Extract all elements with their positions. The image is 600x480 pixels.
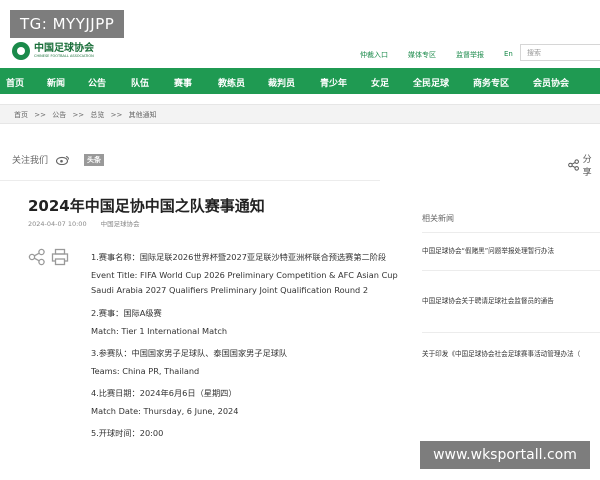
divider xyxy=(422,270,600,271)
cfa-logo[interactable]: 中国足球协会 CHINESE FOOTBALL ASSOCIATION xyxy=(12,42,94,60)
related-news: 相关新闻 中国足球协会“假赌黑”问题举报处理暂行办法 中国足球协会关于聘请足球社… xyxy=(422,213,600,358)
weibo-icon[interactable] xyxy=(56,155,70,165)
breadcrumb-overview[interactable]: 总览 xyxy=(90,111,104,119)
divider xyxy=(422,332,600,333)
article-line: 3.参赛队：中国国家男子足球队、泰国国家男子足球队 xyxy=(91,348,288,358)
nav-item-youth[interactable]: 青少年 xyxy=(320,76,347,89)
nav-item-teams[interactable]: 队伍 xyxy=(131,76,149,89)
follow-us: 关注我们 头条 xyxy=(12,153,105,166)
print-icon[interactable] xyxy=(51,248,69,266)
related-news-item[interactable]: 中国足球协会关于聘请足球社会监督员的通告 xyxy=(422,295,600,305)
watermark-bottom-right: www.wksportall.com xyxy=(420,441,590,469)
nav-item-announcements[interactable]: 公告 xyxy=(88,76,106,89)
share-label: 分享 xyxy=(582,155,592,178)
article-line: Teams: China PR, Thailand xyxy=(91,366,200,376)
article-title: 2024年中国足协中国之队赛事通知 xyxy=(28,197,265,215)
main-nav: 首页 新闻 公告 队伍 赛事 教练员 裁判员 青少年 女足 全民足球 商务专区 … xyxy=(0,68,600,94)
english-link[interactable]: En xyxy=(504,50,513,60)
logo-text-en: CHINESE FOOTBALL ASSOCIATION xyxy=(34,54,94,58)
article-line: 1.赛事名称：国际足联2026世界杯暨2027亚足联沙特亚洲杯联合预选赛第二阶段 xyxy=(91,252,387,262)
media-zone-link[interactable]: 媒体专区 xyxy=(408,50,436,60)
breadcrumb: 首页 >> 公告 >> 总览 >> 其他通知 xyxy=(0,104,600,124)
nav-item-news[interactable]: 新闻 xyxy=(47,76,65,89)
share-button[interactable]: 分享 xyxy=(568,152,600,178)
nav-item-womens[interactable]: 女足 xyxy=(371,76,389,89)
share-icon[interactable] xyxy=(28,248,46,266)
nav-item-member-associations[interactable]: 会员协会 xyxy=(533,76,569,89)
article-line: 2.赛事：国际A级赛 xyxy=(91,308,162,318)
article-line: Saudi Arabia 2027 Qualifiers Preliminary… xyxy=(91,285,369,295)
nav-item-competitions[interactable]: 赛事 xyxy=(174,76,192,89)
article-meta: 2024-04-07 10:00 中国足球协会 xyxy=(28,218,152,228)
utility-links: 仲裁入口 媒体专区 监督举报 En xyxy=(360,50,533,60)
nav-item-referees[interactable]: 裁判员 xyxy=(268,76,295,89)
breadcrumb-separator: >> xyxy=(110,111,123,119)
nav-item-commercial[interactable]: 商务专区 xyxy=(473,76,509,89)
related-news-item[interactable]: 关于印发《中国足球协会社会足球赛事活动管理办法（ xyxy=(422,348,600,358)
article-line: Match Date: Thursday, 6 June, 2024 xyxy=(91,406,239,416)
related-news-title: 相关新闻 xyxy=(422,213,600,233)
divider xyxy=(0,180,380,181)
article-line: Event Title: FIFA World Cup 2026 Prelimi… xyxy=(91,270,398,280)
article-line: 4.比赛日期：2024年6月6日（星期四） xyxy=(91,388,237,398)
article-source: 中国足球协会 xyxy=(100,220,140,228)
breadcrumb-announcements[interactable]: 公告 xyxy=(52,111,66,119)
article-line: Match: Tier 1 International Match xyxy=(91,326,228,336)
breadcrumb-home[interactable]: 首页 xyxy=(14,111,28,119)
search-input[interactable]: 搜索 xyxy=(520,44,600,61)
breadcrumb-other-notices[interactable]: 其他通知 xyxy=(129,111,157,119)
nav-item-home[interactable]: 首页 xyxy=(6,76,24,89)
article-tools xyxy=(28,248,69,286)
logo-text-cn: 中国足球协会 xyxy=(34,43,94,54)
watermark-top-left: TG: MYYJJPP xyxy=(10,10,125,38)
cfa-emblem-icon xyxy=(12,42,30,60)
report-link[interactable]: 监督举报 xyxy=(456,50,484,60)
breadcrumb-separator: >> xyxy=(34,111,46,119)
nav-item-grassroots[interactable]: 全民足球 xyxy=(413,76,449,89)
nav-item-coaches[interactable]: 教练员 xyxy=(218,76,245,89)
article-line: 5.开球时间：20:00 xyxy=(91,428,164,438)
arbitration-link[interactable]: 仲裁入口 xyxy=(360,50,388,60)
related-news-item[interactable]: 中国足球协会“假赌黑”问题举报处理暂行办法 xyxy=(422,245,600,255)
breadcrumb-separator: >> xyxy=(72,111,85,119)
share-icon xyxy=(568,159,579,171)
toutiao-badge[interactable]: 头条 xyxy=(84,153,105,166)
article-date: 2024-04-07 10:00 xyxy=(28,220,87,228)
follow-label: 关注我们 xyxy=(12,156,49,166)
